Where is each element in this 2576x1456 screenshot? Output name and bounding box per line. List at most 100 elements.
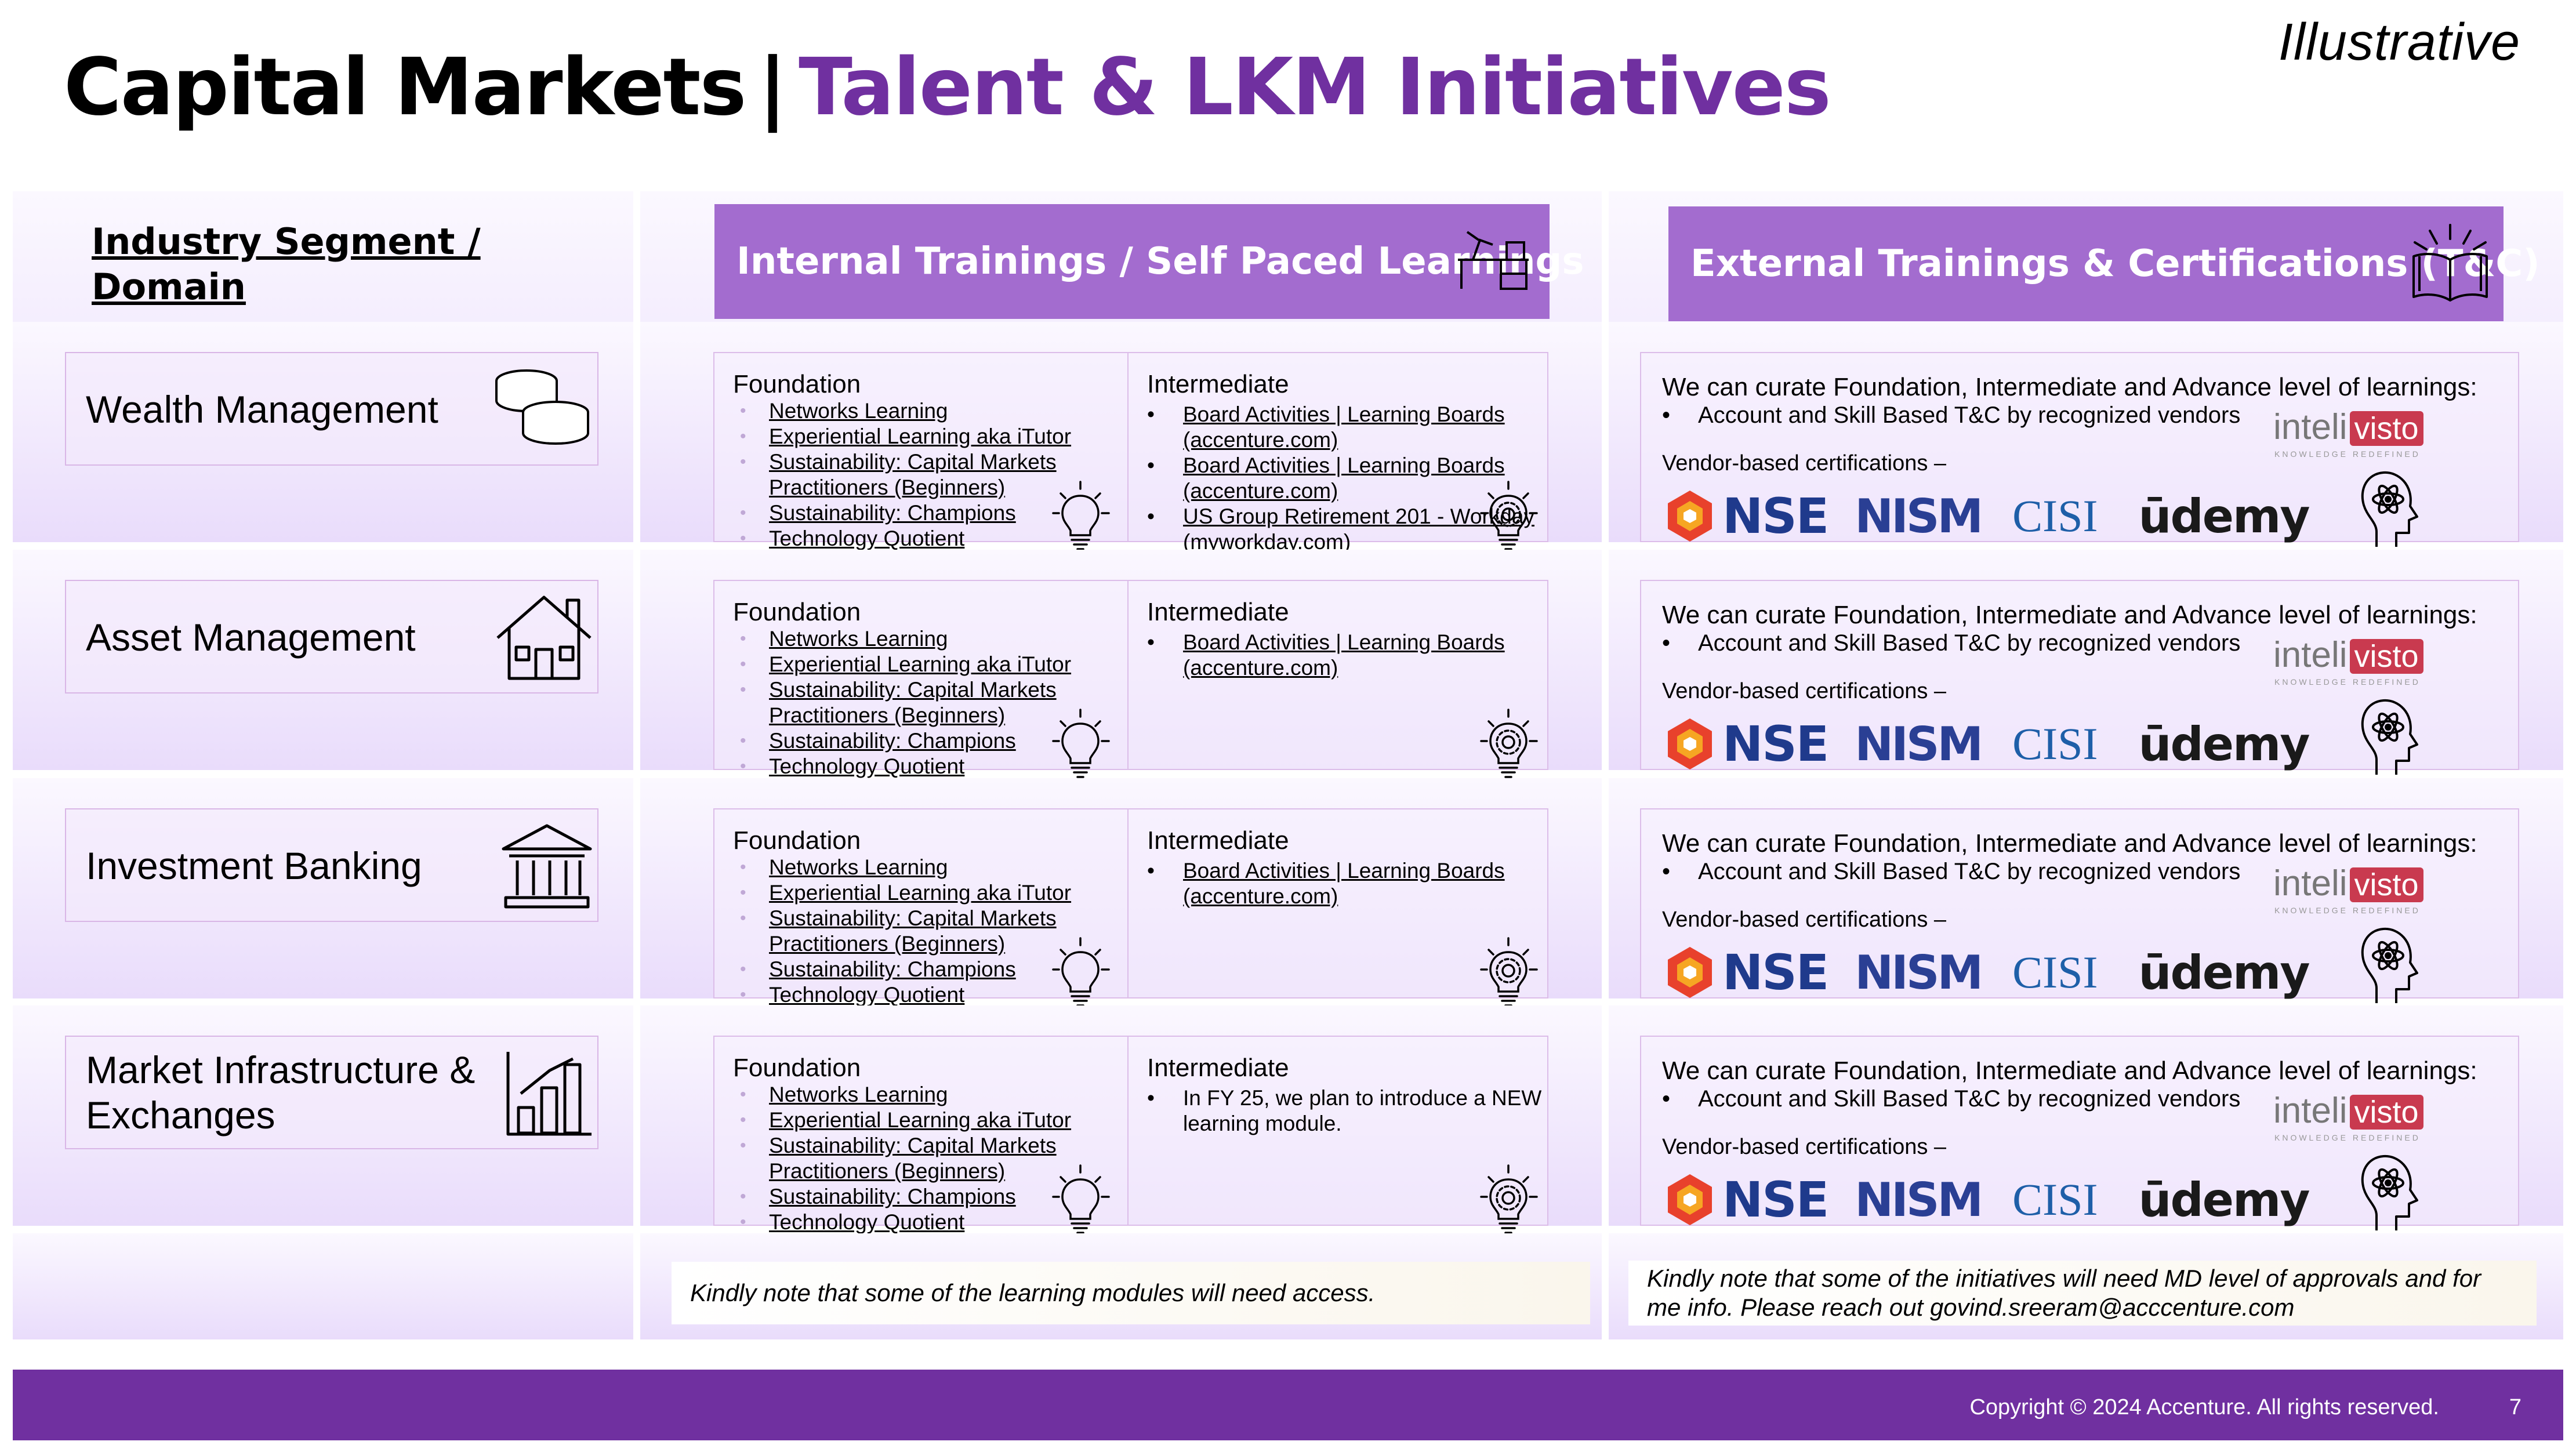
page-title: Capital Markets | Talent & LKM Initiatives [64,42,1831,133]
external-approval-note: Kindly note that some of the initiatives… [1628,1261,2537,1326]
intermediate-item: Board Activities | Learning Boards (acce… [1147,630,1543,681]
foundation-link[interactable]: Technology Quotient [769,527,964,550]
lightbulb-gear-icon [1476,936,1540,1011]
nism-logo: NISM [1855,489,1983,543]
intelivisto-logo-word: inteli [2273,407,2348,447]
foundation-heading: Foundation [733,826,861,855]
internal-trainings-header: Internal Trainings / Self Paced Learning… [714,204,1584,319]
cisi-logo: CISI [2012,491,2098,541]
foundation-link[interactable]: Sustainability: Champions [769,501,1016,525]
intermediate-text: In FY 25, we plan to introduce a NEW lea… [1183,1086,1542,1135]
foundation-column: FoundationNetworks LearningExperiential … [714,809,1129,1008]
desk-icon [1456,227,1531,291]
intelivisto-tagline: KNOWLEDGE REDEFINED [2274,906,2421,915]
intelivisto-logo-word: visto [2349,411,2423,446]
foundation-link[interactable]: Sustainability: Champions [769,729,1016,753]
title-part2: Talent & LKM Initiatives [799,42,1831,133]
intelivisto-tagline: KNOWLEDGE REDEFINED [2274,677,2421,687]
lightbulb-gear-icon [1476,707,1540,783]
vendor-logos: NSE NISM CISI ūdemy [1662,488,2310,544]
nism-logo: NISM [1855,945,1983,1000]
external-certification-panel: We can curate Foundation, Intermediate a… [1640,1036,2519,1230]
foundation-column: FoundationNetworks LearningExperiential … [714,581,1129,779]
foundation-link[interactable]: Networks Learning [769,627,948,651]
lightbulb-icon [1048,1163,1112,1239]
intermediate-heading: Intermediate [1147,1054,1289,1082]
intelivisto-logo-word: inteli [2273,1091,2348,1131]
intermediate-link[interactable]: Board Activities | Learning Boards (acce… [1183,859,1505,908]
foundation-link[interactable]: Networks Learning [769,399,948,423]
cisi-logo: CISI [2012,718,2098,769]
foundation-column: FoundationNetworks LearningExperiential … [714,1037,1129,1235]
segment-card[interactable]: Asset Management [65,580,598,693]
intelivisto-tagline: KNOWLEDGE REDEFINED [2274,1133,2421,1142]
foundation-item: Experiential Learning aka iTutor [733,1108,1127,1133]
foundation-heading: Foundation [733,598,861,626]
intermediate-heading: Intermediate [1147,598,1289,626]
lightbulb-icon [1048,707,1112,783]
notes-row-cell [13,1233,633,1339]
intelivisto-logo: inteli visto KNOWLEDGE REDEFINED [2273,863,2423,915]
udemy-logo: ūdemy [2138,1172,2310,1227]
foundation-link[interactable]: Sustainability: Capital Markets Practiti… [769,450,1057,499]
intermediate-link[interactable]: Board Activities | Learning Boards (acce… [1183,630,1505,680]
vendor-logos: NSE NISM CISI ūdemy [1662,1171,2310,1228]
foundation-link[interactable]: Networks Learning [769,855,948,879]
foundation-link[interactable]: Sustainability: Champions [769,1185,1016,1208]
intermediate-link[interactable]: Board Activities | Learning Boards (acce… [1183,402,1505,452]
foundation-heading: Foundation [733,1054,861,1082]
intelivisto-logo: inteli visto KNOWLEDGE REDEFINED [2273,406,2423,459]
intermediate-item: Board Activities | Learning Boards (acce… [1147,402,1543,453]
lightbulb-gear-icon [1476,1163,1540,1239]
foundation-item: Networks Learning [733,398,1127,424]
copyright-text: Copyright © 2024 Accenture. All rights r… [1969,1395,2439,1419]
house-icon [492,591,596,684]
nism-logo: NISM [1855,1172,1983,1227]
intermediate-link[interactable]: Board Activities | Learning Boards (acce… [1183,453,1505,503]
intelivisto-logo-word: inteli [2273,635,2348,675]
udemy-logo: ūdemy [2138,717,2310,771]
head-atom-icon [2356,924,2431,1005]
foundation-link[interactable]: Sustainability: Capital Markets Practiti… [769,678,1057,727]
foundation-link[interactable]: Sustainability: Champions [769,957,1016,981]
segment-card[interactable]: Investment Banking [65,808,598,922]
intermediate-column: Intermediate Board Activities | Learning … [1129,809,1547,1007]
initiatives-grid: Industry Segment / Domain Internal Train… [13,191,2563,1351]
udemy-logo: ūdemy [2138,489,2310,543]
foundation-link[interactable]: Networks Learning [769,1083,948,1106]
head-atom-icon [2356,468,2431,549]
title-separator: | [758,42,787,133]
internal-access-note-text: Kindly note that some of the learning mo… [690,1279,1376,1306]
intermediate-item: In FY 25, we plan to introduce a NEW lea… [1147,1085,1543,1137]
internal-access-note: Kindly note that some of the learning mo… [672,1262,1590,1324]
foundation-link[interactable]: Experiential Learning aka iTutor [769,424,1071,448]
segment-card[interactable]: Market Infrastructure & Exchanges [65,1036,598,1149]
foundation-link[interactable]: Experiential Learning aka iTutor [769,1108,1071,1132]
intermediate-column: Intermediate Board Activities | Learning … [1129,353,1547,554]
head-atom-icon [2356,696,2431,777]
foundation-link[interactable]: Technology Quotient [769,754,964,778]
nse-logo: NSE [1722,1171,1829,1228]
footer-bar: Copyright © 2024 Accenture. All rights r… [13,1370,2563,1440]
bank-icon [498,820,596,913]
foundation-link[interactable]: Sustainability: Capital Markets Practiti… [769,1134,1057,1183]
foundation-link[interactable]: Experiential Learning aka iTutor [769,881,1071,905]
internal-learning-panel: FoundationNetworks LearningExperiential … [713,808,1548,1008]
intelivisto-logo-word: visto [2349,639,2423,674]
intermediate-list: In FY 25, we plan to introduce a NEW lea… [1147,1085,1547,1137]
foundation-link[interactable]: Experiential Learning aka iTutor [769,652,1071,676]
foundation-link[interactable]: Technology Quotient [769,983,964,1007]
external-intro: We can curate Foundation, Intermediate a… [1662,601,2477,629]
intermediate-heading: Intermediate [1147,370,1289,398]
foundation-link[interactable]: Technology Quotient [769,1210,964,1234]
segment-card[interactable]: Wealth Management [65,352,598,466]
foundation-link[interactable]: Sustainability: Capital Markets Practiti… [769,906,1057,956]
lightbulb-icon [1048,936,1112,1011]
foundation-item: Sustainability: Capital Markets Practiti… [733,1133,1082,1184]
external-approval-note-text: Kindly note that some of the initiatives… [1647,1265,2481,1321]
intelivisto-logo: inteli visto KNOWLEDGE REDEFINED [2273,1090,2423,1142]
external-certification-panel: We can curate Foundation, Intermediate a… [1640,352,2519,547]
internal-learning-panel: FoundationNetworks LearningExperiential … [713,352,1548,554]
vendor-logos: NSE NISM CISI ūdemy [1662,716,2310,772]
udemy-logo: ūdemy [2138,945,2310,1000]
